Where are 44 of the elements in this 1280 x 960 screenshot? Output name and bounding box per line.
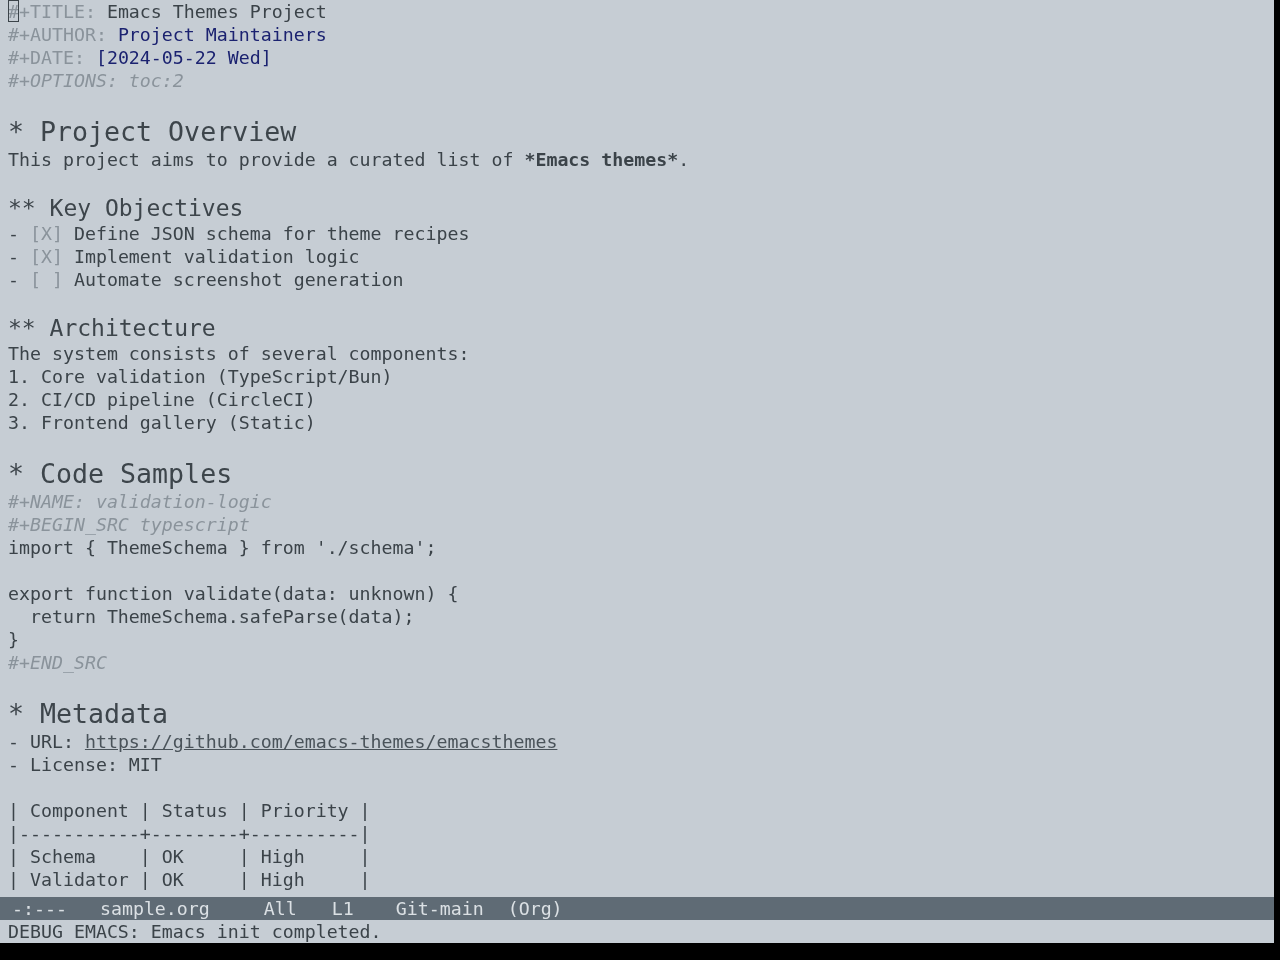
keyword-value: toc:2 — [128, 69, 184, 92]
modified-status: -:--- — [12, 897, 67, 920]
keyword-value: [2024-05-22 Wed] — [95, 46, 272, 69]
paragraph: The system consists of several components: — [8, 342, 470, 365]
src-name-line: #+NAME: validation-logic — [8, 490, 272, 513]
list-item: - URL: https://github.com/emacs-themes/emacsthemes — [8, 730, 558, 753]
checklist-label: Automate screenshot generation — [73, 268, 404, 291]
list-item: - License: MIT — [8, 753, 162, 776]
git-branch: Git-main — [395, 897, 484, 920]
echo-area-message: DEBUG EMACS: Emacs init completed. — [8, 920, 382, 943]
keyword-label: #+DATE: — [8, 46, 85, 69]
section-heading: * Project Overview — [8, 115, 297, 148]
checkbox-text: [ ] — [30, 268, 63, 291]
checklist-label: Implement validation logic — [73, 245, 360, 268]
checklist-label: Define JSON schema for theme recipes — [73, 222, 470, 245]
table-separator: |-----------+--------+----------| — [8, 822, 371, 845]
table-row: | Validator | OK | High | — [8, 868, 371, 891]
list-bullet: - — [8, 268, 19, 291]
table-header-row: | Component | Status | Priority | — [8, 799, 371, 822]
major-mode: (Org) — [507, 897, 563, 920]
src-end-line: #+END_SRC — [8, 651, 107, 674]
section-heading: ** Key Objectives — [8, 194, 244, 222]
src-begin-line: #+BEGIN_SRC typescript — [8, 513, 250, 536]
table-row: | Schema | OK | High | — [8, 845, 371, 868]
list-item: 2. CI/CD pipeline (CircleCI) — [8, 388, 316, 411]
section-heading: * Code Samples — [8, 457, 233, 490]
keyword-label: #+OPTIONS: — [8, 69, 118, 92]
section-heading: * Metadata — [8, 697, 169, 730]
paragraph: This project aims to provide a curated list of *Emacs themes*. — [8, 148, 690, 171]
line-number: L1 — [331, 897, 354, 920]
keyword-value: Project Maintainers — [117, 23, 327, 46]
keyword-value: Emacs Themes Project — [106, 0, 327, 23]
list-item: 1. Core validation (TypeScript/Bun) — [8, 365, 393, 388]
checkbox-text: [X] — [30, 222, 63, 245]
buffer-name: sample.org — [99, 897, 210, 920]
keyword-label: #+AUTHOR: — [8, 23, 107, 46]
link[interactable]: https://github.com/emacs-themes/emacsthemes — [84, 731, 558, 752]
code-text: import { ThemeSchema } from './schema'; export function validate(data: unknown) { return ThemeSchema.safeParse(data); } — [8, 536, 459, 651]
scroll-position: All — [263, 897, 297, 920]
checkbox-text: [X] — [30, 245, 63, 268]
list-item: 3. Frontend gallery (Static) — [8, 411, 316, 434]
section-heading: ** Architecture — [8, 314, 216, 342]
list-bullet: - — [8, 222, 19, 245]
list-bullet: - — [8, 245, 19, 268]
